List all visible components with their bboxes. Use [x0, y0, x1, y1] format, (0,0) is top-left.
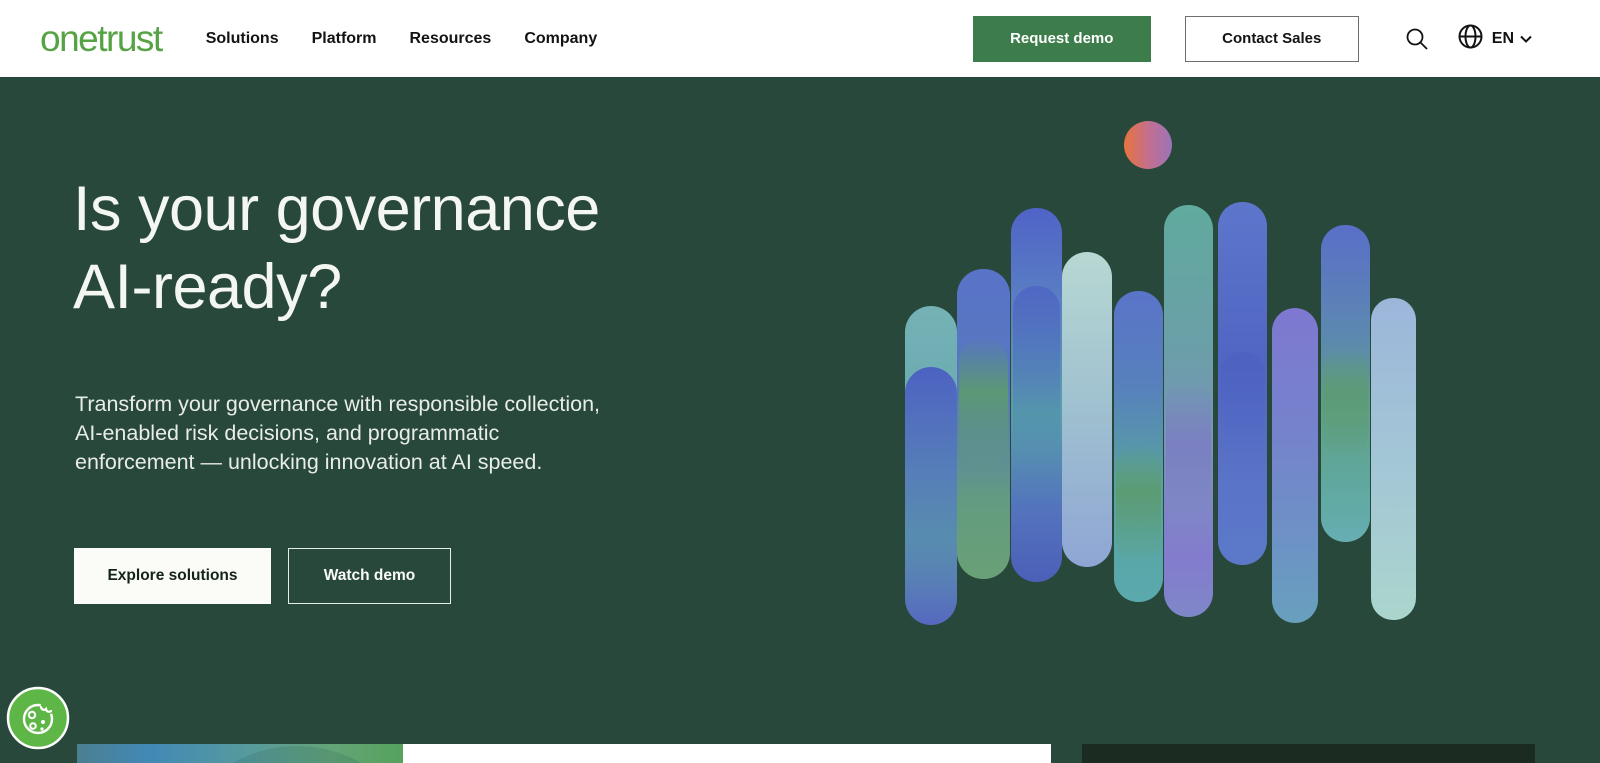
- hero-description: Transform your governance with responsib…: [75, 392, 601, 475]
- language-selector[interactable]: EN: [1457, 23, 1532, 55]
- teaser-card-dark[interactable]: [1082, 744, 1535, 763]
- search-icon[interactable]: [1404, 26, 1430, 52]
- hero-section: Is your governance AI-ready? Transform y…: [0, 77, 1600, 763]
- globe-icon: [1457, 23, 1484, 55]
- hero-illustration: [905, 121, 1416, 625]
- contact-sales-button[interactable]: Contact Sales: [1184, 15, 1359, 62]
- onetrust-homepage: onetrust Solutions Platform Resources Co…: [0, 0, 1600, 763]
- top-navigation-bar: onetrust Solutions Platform Resources Co…: [0, 0, 1600, 77]
- nav-item-company[interactable]: Company: [524, 30, 597, 48]
- explore-solutions-button[interactable]: Explore solutions: [74, 548, 271, 604]
- request-demo-button[interactable]: Request demo: [972, 15, 1151, 62]
- header-actions: Request demo Contact Sales EN: [972, 15, 1532, 62]
- chevron-down-icon: [1520, 30, 1532, 48]
- accent-circle: [1124, 121, 1172, 169]
- teaser-card-left[interactable]: [77, 744, 1051, 763]
- language-code: EN: [1491, 29, 1514, 47]
- onetrust-logo[interactable]: onetrust: [40, 18, 163, 60]
- hero-cta-row: Explore solutions Watch demo: [74, 548, 451, 604]
- nav-item-resources[interactable]: Resources: [410, 30, 492, 48]
- cookie-settings-button[interactable]: [6, 686, 70, 750]
- bar-cluster: [905, 202, 1416, 625]
- watch-demo-button[interactable]: Watch demo: [288, 548, 451, 604]
- nav-item-solutions[interactable]: Solutions: [206, 30, 279, 48]
- teaser-card-image: [77, 744, 403, 763]
- hero-title: Is your governance AI-ready?: [73, 174, 600, 323]
- cookie-icon: [6, 686, 70, 750]
- nav-item-platform[interactable]: Platform: [312, 30, 377, 48]
- main-nav: Solutions Platform Resources Company: [206, 30, 598, 48]
